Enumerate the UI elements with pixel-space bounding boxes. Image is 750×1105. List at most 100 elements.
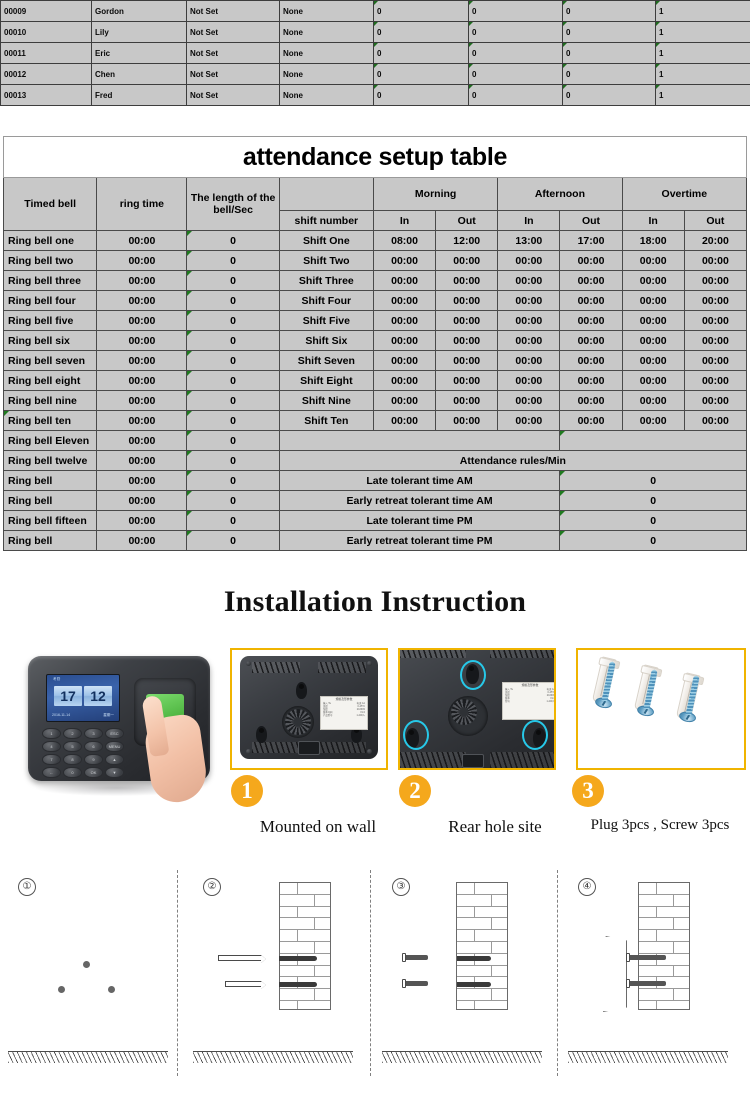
employee-cell-c7[interactable]: 0 bbox=[562, 0, 656, 22]
setup-row[interactable]: Ring bell 00:00 0 Early retreat tolerant ti… bbox=[2, 490, 747, 511]
bell-ring-time[interactable]: 00:00 bbox=[96, 270, 188, 291]
setup-row[interactable]: Ring bell three 00:00 0 Shift Three 00:00 00:… bbox=[2, 270, 748, 291]
setup-row[interactable]: Ring bell 00:00 0 Early retreat tolerant ti… bbox=[2, 530, 747, 551]
employee-cell-c5[interactable]: 0 bbox=[373, 0, 469, 22]
bell-label[interactable]: Ring bell bbox=[2, 530, 98, 551]
bell-label[interactable]: Ring bell eight bbox=[2, 370, 98, 391]
bell-label[interactable]: Ring bell four bbox=[2, 290, 98, 311]
employee-cell-c8[interactable]: 1 bbox=[655, 84, 750, 106]
shift-overtime-in[interactable]: 00:00 bbox=[621, 330, 685, 351]
shift-afternoon-in[interactable]: 00:00 bbox=[497, 250, 561, 271]
employee-cell-c7[interactable]: 0 bbox=[562, 63, 656, 85]
setup-row[interactable]: Ring bell twelve 00:00 0 Attendance rules/M… bbox=[2, 450, 748, 471]
shift-overtime-out[interactable]: 00:00 bbox=[683, 310, 748, 331]
shift-name[interactable]: Shift Eight bbox=[278, 370, 374, 391]
employee-cell-c8[interactable]: 1 bbox=[655, 42, 750, 64]
keypad-key[interactable]: 6 bbox=[84, 741, 103, 752]
employee-cell-privilege[interactable]: Not Set bbox=[186, 42, 280, 64]
shift-afternoon-in[interactable]: 13:00 bbox=[497, 230, 561, 251]
employee-cell-name[interactable]: Eric bbox=[91, 42, 187, 64]
table-row[interactable]: 00009 Gordon Not Set None 0 0 0 1 bbox=[0, 0, 750, 22]
shift-morning-in[interactable]: 08:00 bbox=[372, 230, 437, 251]
shift-overtime-in[interactable]: 00:00 bbox=[621, 390, 685, 411]
bell-label[interactable]: Ring bell bbox=[2, 470, 98, 491]
bell-ring-time[interactable]: 00:00 bbox=[96, 350, 188, 371]
shift-name[interactable]: Shift Four bbox=[278, 290, 374, 311]
setup-row[interactable]: Ring bell four 00:00 0 Shift Four 00:00 00:00… bbox=[2, 290, 748, 311]
bell-length-sec[interactable]: 0 bbox=[186, 350, 280, 371]
bell-length-sec[interactable]: 0 bbox=[186, 250, 280, 271]
keypad-key[interactable]: ← bbox=[42, 767, 61, 778]
employee-cell-password[interactable]: None bbox=[279, 21, 374, 43]
keypad-key[interactable]: 9 bbox=[84, 754, 103, 765]
shift-overtime-out[interactable]: 00:00 bbox=[683, 330, 748, 351]
shift-afternoon-out[interactable]: 00:00 bbox=[559, 390, 623, 411]
employee-cell-name[interactable]: Chen bbox=[91, 63, 187, 85]
employee-cell-c8[interactable]: 1 bbox=[655, 0, 750, 22]
employee-cell-id[interactable]: 00013 bbox=[0, 84, 92, 106]
shift-morning-in[interactable]: 00:00 bbox=[372, 290, 437, 311]
bell-length-sec[interactable]: 0 bbox=[186, 290, 280, 311]
setup-row[interactable]: Ring bell nine 00:00 0 Shift Nine 00:00 00:00… bbox=[2, 390, 748, 411]
shift-afternoon-out[interactable]: 00:00 bbox=[559, 310, 623, 331]
employee-cell-id[interactable]: 00009 bbox=[0, 0, 92, 22]
bell-ring-time[interactable]: 00:00 bbox=[96, 410, 188, 431]
shift-morning-in[interactable]: 00:00 bbox=[372, 250, 437, 271]
shift-overtime-out[interactable]: 00:00 bbox=[683, 290, 748, 311]
shift-afternoon-in[interactable]: 00:00 bbox=[497, 310, 561, 331]
setup-row[interactable]: Ring bell fifteen 00:00 0 Late tolerant tim… bbox=[2, 510, 747, 531]
shift-afternoon-out[interactable]: 00:00 bbox=[559, 270, 623, 291]
bell-ring-time[interactable]: 00:00 bbox=[96, 490, 188, 511]
keypad-key[interactable]: 8 bbox=[63, 754, 82, 765]
employee-cell-password[interactable]: None bbox=[279, 42, 374, 64]
bell-ring-time[interactable]: 00:00 bbox=[96, 470, 188, 491]
employee-cell-c6[interactable]: 0 bbox=[468, 0, 563, 22]
shift-overtime-in[interactable]: 18:00 bbox=[621, 230, 685, 251]
employee-cell-privilege[interactable]: Not Set bbox=[186, 21, 280, 43]
setup-row[interactable]: Ring bell seven 00:00 0 Shift Seven 00:00 00:… bbox=[2, 350, 748, 371]
bell-ring-time[interactable]: 00:00 bbox=[96, 430, 188, 451]
employee-cell-id[interactable]: 00011 bbox=[0, 42, 92, 64]
shift-morning-out[interactable]: 00:00 bbox=[435, 370, 499, 391]
setup-row[interactable]: Ring bell Eleven 00:00 0 bbox=[2, 430, 747, 451]
rule-value[interactable]: 0 bbox=[559, 490, 747, 511]
bell-length-sec[interactable]: 0 bbox=[186, 430, 280, 451]
shift-overtime-out[interactable]: 00:00 bbox=[683, 370, 748, 391]
employee-cell-c6[interactable]: 0 bbox=[468, 63, 563, 85]
bell-label[interactable]: Ring bell one bbox=[2, 230, 98, 251]
table-row[interactable]: 00011 Eric Not Set None 0 0 0 1 bbox=[0, 42, 750, 64]
bell-length-sec[interactable]: 0 bbox=[186, 330, 280, 351]
keypad-key[interactable]: 0 bbox=[63, 767, 82, 778]
shift-morning-out[interactable]: 00:00 bbox=[435, 390, 499, 411]
employee-cell-c5[interactable]: 0 bbox=[373, 63, 469, 85]
employee-cell-id[interactable]: 00010 bbox=[0, 21, 92, 43]
shift-afternoon-in[interactable]: 00:00 bbox=[497, 290, 561, 311]
shift-afternoon-in[interactable]: 00:00 bbox=[497, 390, 561, 411]
employee-cell-password[interactable]: None bbox=[279, 63, 374, 85]
shift-overtime-in[interactable]: 00:00 bbox=[621, 250, 685, 271]
keypad-key[interactable]: 3 bbox=[84, 728, 103, 739]
shift-overtime-out[interactable]: 00:00 bbox=[683, 410, 748, 431]
bell-label[interactable]: Ring bell seven bbox=[2, 350, 98, 371]
shift-morning-out[interactable]: 00:00 bbox=[435, 250, 499, 271]
keypad-key[interactable]: ▲ bbox=[105, 754, 124, 765]
bell-length-sec[interactable]: 0 bbox=[186, 270, 280, 291]
shift-morning-out[interactable]: 00:00 bbox=[435, 330, 499, 351]
setup-row[interactable]: Ring bell two 00:00 0 Shift Two 00:00 00:00 00… bbox=[2, 250, 748, 271]
employee-cell-c6[interactable]: 0 bbox=[468, 42, 563, 64]
employee-cell-privilege[interactable]: Not Set bbox=[186, 0, 280, 22]
employee-cell-password[interactable]: None bbox=[279, 0, 374, 22]
keypad-key[interactable]: 7 bbox=[42, 754, 61, 765]
setup-row[interactable]: Ring bell five 00:00 0 Shift Five 00:00 00:00… bbox=[2, 310, 748, 331]
employee-cell-c5[interactable]: 0 bbox=[373, 42, 469, 64]
shift-overtime-out[interactable]: 20:00 bbox=[683, 230, 748, 251]
bell-label[interactable]: Ring bell ten bbox=[2, 410, 98, 431]
shift-overtime-in[interactable]: 00:00 bbox=[621, 290, 685, 311]
shift-morning-in[interactable]: 00:00 bbox=[372, 310, 437, 331]
shift-morning-out[interactable]: 00:00 bbox=[435, 270, 499, 291]
employee-cell-name[interactable]: Gordon bbox=[91, 0, 187, 22]
employee-cell-c8[interactable]: 1 bbox=[655, 21, 750, 43]
bell-length-sec[interactable]: 0 bbox=[186, 530, 280, 551]
bell-ring-time[interactable]: 00:00 bbox=[96, 330, 188, 351]
shift-overtime-out[interactable]: 00:00 bbox=[683, 270, 748, 291]
